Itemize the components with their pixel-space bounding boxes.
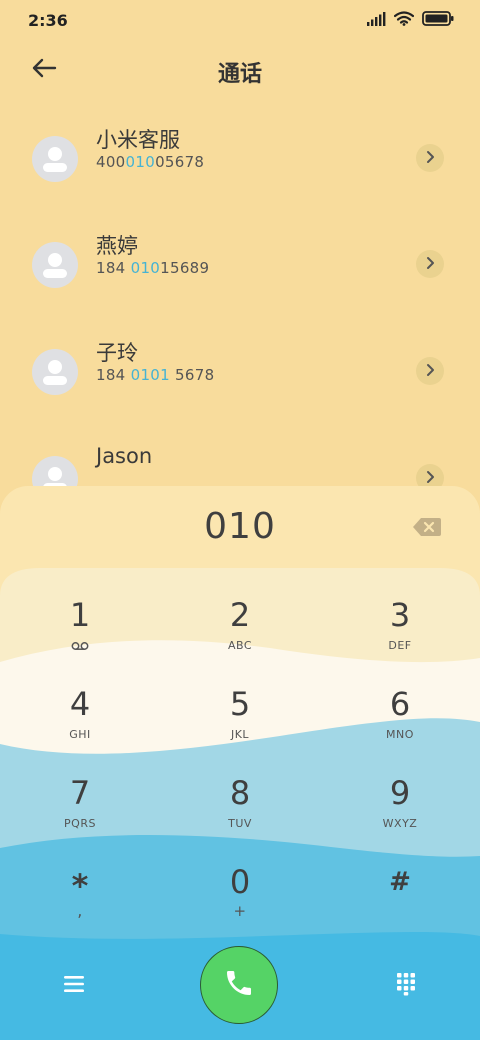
contact-number: 40001005678 (96, 153, 205, 171)
key-letters: TUV (228, 817, 252, 830)
dialpad-icon (396, 972, 416, 1000)
key-letters: PQRS (64, 817, 96, 830)
avatar (32, 349, 78, 395)
call-button[interactable] (200, 946, 278, 1024)
dial-input-display[interactable]: 010 (0, 506, 480, 547)
chevron-right-icon (424, 255, 436, 274)
contact-name: 燕婷 (96, 234, 138, 258)
backspace-icon (412, 518, 442, 542)
key-5[interactable]: 5 JKL (180, 685, 300, 761)
chevron-right-icon (424, 149, 436, 168)
menu-button[interactable] (58, 970, 90, 1002)
contact-name: 子玲 (96, 341, 138, 365)
key-letters: ABC (227, 639, 253, 652)
page-title: 通话 (217, 62, 262, 87)
key-digit: * (71, 867, 89, 905)
key-digit: 7 (69, 774, 91, 812)
contact-item[interactable]: 小米客服 40001005678 (0, 128, 480, 208)
key-letters: DEF (388, 639, 412, 652)
key-digit: 2 (229, 596, 251, 634)
backspace-button[interactable] (412, 516, 442, 542)
contact-name: 小米客服 (96, 128, 180, 152)
battery-icon (422, 11, 454, 30)
key-letters: + (233, 902, 247, 920)
contact-detail-button[interactable] (416, 144, 444, 172)
key-star[interactable]: * , (20, 863, 140, 939)
key-letters: MNO (386, 728, 414, 741)
signal-icon (366, 11, 386, 30)
key-digit: 1 (69, 596, 91, 634)
phone-icon (223, 967, 255, 1003)
contact-number: 184 01015689 (96, 259, 210, 277)
key-letters: WXYZ (382, 817, 418, 830)
key-hash[interactable]: # (340, 863, 460, 939)
key-digit: 6 (389, 685, 411, 723)
key-digit: # (389, 867, 411, 897)
key-0[interactable]: 0 + (180, 863, 300, 939)
key-digit: 0 (229, 863, 251, 901)
key-letters: , (77, 901, 83, 920)
key-6[interactable]: 6 MNO (340, 685, 460, 761)
key-digit: 8 (229, 774, 251, 812)
contact-number: 184 0101 5678 (96, 366, 215, 384)
header: 通话 (0, 44, 480, 96)
key-letters: JKL (230, 728, 250, 741)
status-icons (366, 11, 454, 30)
contact-item[interactable]: 子玲 184 0101 5678 (0, 341, 480, 421)
chevron-right-icon (424, 362, 436, 381)
key-digit: 4 (69, 685, 91, 723)
keypad-toggle-button[interactable] (390, 970, 422, 1002)
avatar (32, 136, 78, 182)
contact-item[interactable]: 燕婷 184 01015689 (0, 234, 480, 314)
key-digit: 9 (389, 774, 411, 812)
key-digit: 5 (229, 685, 251, 723)
status-time: 2:36 (28, 11, 68, 30)
avatar (32, 242, 78, 288)
key-letters: GHI (69, 728, 91, 741)
contact-detail-button[interactable] (416, 250, 444, 278)
key-3[interactable]: 3 DEF (340, 596, 460, 672)
wifi-icon (393, 11, 415, 30)
voicemail-icon (20, 639, 140, 651)
key-2[interactable]: 2 ABC (180, 596, 300, 672)
contact-name: Jason (96, 444, 153, 468)
key-9[interactable]: 9 WXYZ (340, 774, 460, 850)
contact-detail-button[interactable] (416, 357, 444, 385)
key-digit: 3 (389, 596, 411, 634)
key-7[interactable]: 7 PQRS (20, 774, 140, 850)
key-4[interactable]: 4 GHI (20, 685, 140, 761)
key-8[interactable]: 8 TUV (180, 774, 300, 850)
menu-icon (63, 975, 85, 997)
key-1[interactable]: 1 (20, 596, 140, 672)
chevron-right-icon (424, 469, 436, 488)
bottom-action-bar (0, 940, 480, 1040)
status-bar: 2:36 (0, 0, 480, 40)
